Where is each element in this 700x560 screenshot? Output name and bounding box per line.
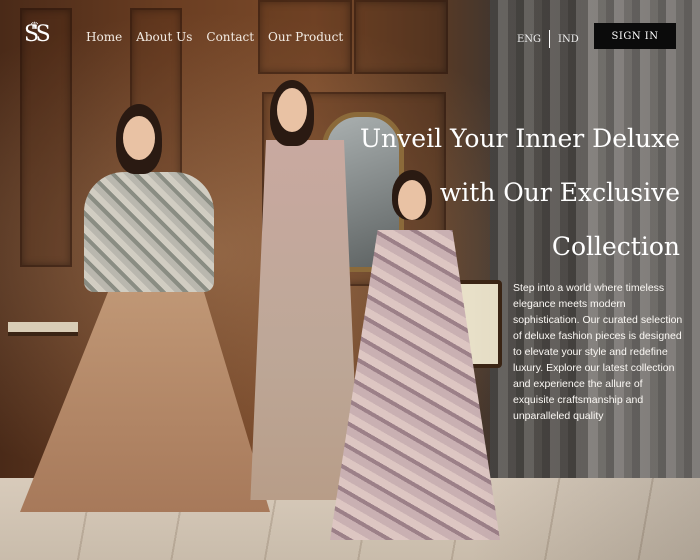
nav-about-link[interactable]: About Us	[136, 30, 192, 44]
sign-in-button[interactable]: SIGN IN	[594, 23, 676, 49]
stool	[8, 322, 78, 336]
main-menu: Home About Us Contact Our Product	[86, 30, 343, 44]
model-left-blouse	[84, 172, 214, 292]
headline-line-2: with Our Exclusive	[439, 178, 680, 207]
crown-icon: ♛	[30, 21, 39, 32]
hero-headline: Unveil Your Inner Deluxe with Our Exclus…	[350, 112, 680, 274]
hero-description: Step into a world where timeless eleganc…	[513, 282, 683, 422]
headline-line-1: Unveil Your Inner Deluxe	[359, 124, 680, 153]
top-nav: ♛ SS Home About Us Contact Our Product E…	[0, 0, 700, 72]
language-divider	[549, 30, 551, 48]
language-option-ind[interactable]: IND	[558, 34, 579, 45]
hero-section: ♛ SS Home About Us Contact Our Product E…	[0, 0, 700, 560]
headline-line-3: Collection	[551, 232, 680, 261]
nav-product-link[interactable]: Our Product	[268, 30, 343, 44]
model-left-skirt	[20, 262, 270, 512]
language-option-eng[interactable]: ENG	[517, 34, 541, 45]
model-center-face	[277, 88, 307, 132]
nav-contact-link[interactable]: Contact	[206, 30, 254, 44]
nav-home-link[interactable]: Home	[86, 30, 122, 44]
language-switcher: ENG IND	[517, 30, 579, 48]
model-left-face	[123, 116, 155, 160]
brand-logo[interactable]: ♛ SS	[24, 18, 51, 52]
